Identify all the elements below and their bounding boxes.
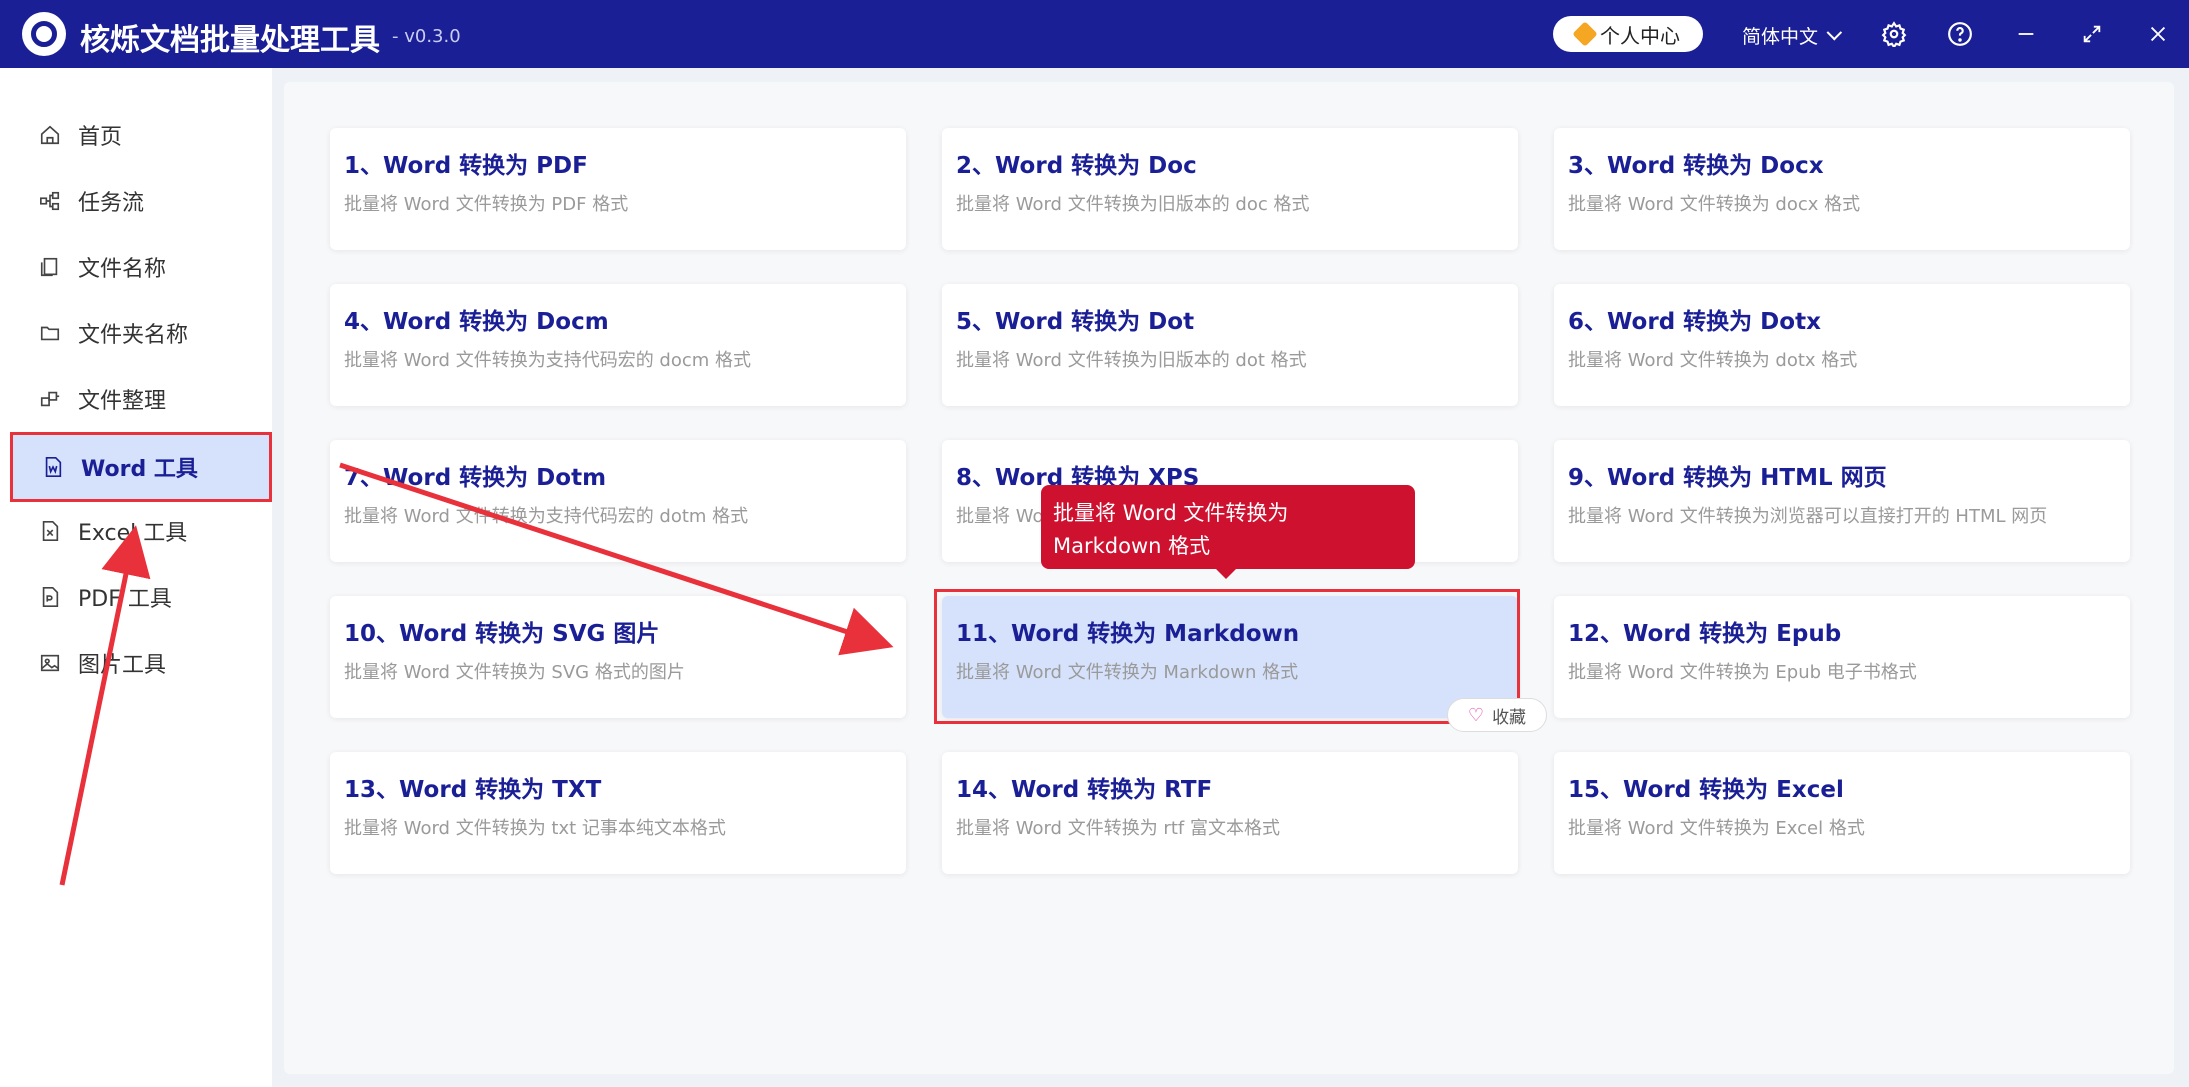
sidebar-item-label: 图片工具 [78, 653, 167, 678]
sidebar-item-label: Word 工具 [81, 457, 198, 482]
annotation-highlight-box [934, 589, 1520, 724]
title-bar: 核烁文档批量处理工具 - v0.3.0 个人中心 简体中文 [0, 0, 2189, 68]
favorite-button[interactable]: ♡ 收藏 [1447, 698, 1547, 732]
help-icon[interactable] [1946, 20, 1974, 48]
chevron-down-icon [1826, 24, 1843, 41]
excel-icon [38, 519, 62, 543]
card-title: 9、Word 转换为 HTML 网页 [1568, 465, 1887, 491]
vip-diamond-icon [1572, 21, 1598, 47]
sidebar-item-label: PDF 工具 [78, 587, 172, 612]
app-title: 核烁文档批量处理工具 [80, 23, 380, 58]
tool-card-word-to-doc[interactable]: 2、Word 转换为 Doc 批量将 Word 文件转换为旧版本的 doc 格式 [942, 128, 1518, 250]
minimize-icon[interactable] [2012, 20, 2040, 48]
card-description: 批量将 Word 文件转换为旧版本的 dot 格式 [956, 350, 1307, 371]
card-title: 6、Word 转换为 Dotx [1568, 309, 1821, 335]
sidebar-item-file-organize[interactable]: 文件整理 [10, 366, 272, 432]
card-title: 3、Word 转换为 Docx [1568, 153, 1824, 179]
card-description: 批量将 Word 文件转换为 SVG 格式的图片 [344, 662, 685, 683]
card-title: 12、Word 转换为 Epub [1568, 621, 1842, 647]
sidebar-item-home[interactable]: 首页 [10, 102, 272, 168]
home-icon [38, 123, 62, 147]
close-icon[interactable] [2144, 20, 2172, 48]
sidebar-item-label: 文件名称 [78, 257, 167, 282]
card-description: 批量将 Word 文件转换为 dotx 格式 [1568, 350, 1858, 371]
sidebar: 首页 任务流 文件名称 文件夹名称 文件整理 Word 工具 Excel 工具 … [0, 68, 272, 1087]
card-description: 批量将 Word 文件转换为 Excel 格式 [1568, 818, 1865, 839]
tool-card-word-to-excel[interactable]: 15、Word 转换为 Excel 批量将 Word 文件转换为 Excel 格… [1554, 752, 2130, 874]
card-description: 批量将 Word 文件转换为 txt 记事本纯文本格式 [344, 818, 726, 839]
image-icon [38, 651, 62, 675]
card-title: 15、Word 转换为 Excel [1568, 777, 1844, 803]
card-description: 批量将 Word 文件转换为 PDF 格式 [344, 194, 629, 215]
sidebar-item-folder-name[interactable]: 文件夹名称 [10, 300, 272, 366]
card-title: 5、Word 转换为 Dot [956, 309, 1195, 335]
tool-card-word-to-html[interactable]: 9、Word 转换为 HTML 网页 批量将 Word 文件转换为浏览器可以直接… [1554, 440, 2130, 562]
card-title: 7、Word 转换为 Dotm [344, 465, 607, 491]
language-select[interactable]: 简体中文 [1742, 22, 1843, 49]
sidebar-item-excel-tools[interactable]: Excel 工具 [10, 498, 272, 564]
card-description: 批量将 Word 文件转换为旧版本的 doc 格式 [956, 194, 1310, 215]
tool-card-word-to-docx[interactable]: 3、Word 转换为 Docx 批量将 Word 文件转换为 docx 格式 [1554, 128, 2130, 250]
card-description: 批量将 Word 文件转换为 Epub 电子书格式 [1568, 662, 1917, 683]
sidebar-item-label: 任务流 [78, 191, 145, 216]
sidebar-item-workflow[interactable]: 任务流 [10, 168, 272, 234]
card-title: 1、Word 转换为 PDF [344, 153, 588, 179]
card-description: 批量将 Word 文件转换为浏览器可以直接打开的 HTML 网页 [1568, 506, 2048, 527]
word-icon [41, 455, 65, 479]
settings-gear-icon[interactable] [1880, 20, 1908, 48]
heart-icon: ♡ [1467, 704, 1485, 726]
tool-card-word-to-dot[interactable]: 5、Word 转换为 Dot 批量将 Word 文件转换为旧版本的 dot 格式 [942, 284, 1518, 406]
app-logo-icon [22, 12, 66, 56]
tool-card-word-to-dotx[interactable]: 6、Word 转换为 Dotx 批量将 Word 文件转换为 dotx 格式 [1554, 284, 2130, 406]
favorite-label: 收藏 [1492, 707, 1527, 728]
workflow-icon [38, 189, 62, 213]
tool-card-word-to-dotm[interactable]: 7、Word 转换为 Dotm 批量将 Word 文件转换为支持代码宏的 dot… [330, 440, 906, 562]
sidebar-item-file-name[interactable]: 文件名称 [10, 234, 272, 300]
app-version: - v0.3.0 [392, 26, 461, 47]
user-center-button[interactable]: 个人中心 [1553, 16, 1703, 52]
tool-card-word-to-docm[interactable]: 4、Word 转换为 Docm 批量将 Word 文件转换为支持代码宏的 doc… [330, 284, 906, 406]
pdf-icon [38, 585, 62, 609]
language-label: 简体中文 [1742, 26, 1819, 48]
organize-icon [38, 387, 62, 411]
sidebar-item-label: 文件整理 [78, 389, 167, 414]
sidebar-item-label: 首页 [78, 125, 123, 150]
card-title: 2、Word 转换为 Doc [956, 153, 1197, 179]
tooltip: 批量将 Word 文件转换为 Markdown 格式 [1041, 485, 1415, 579]
card-title: 10、Word 转换为 SVG 图片 [344, 621, 660, 647]
card-title: 4、Word 转换为 Docm [344, 309, 609, 335]
card-title: 13、Word 转换为 TXT [344, 777, 602, 803]
sidebar-item-label: Excel 工具 [78, 521, 188, 546]
tool-card-word-to-epub[interactable]: 12、Word 转换为 Epub 批量将 Word 文件转换为 Epub 电子书… [1554, 596, 2130, 718]
folder-icon [38, 321, 62, 345]
card-description: 批量将 Word 文件转换为支持代码宏的 docm 格式 [344, 350, 752, 371]
sidebar-item-pdf-tools[interactable]: PDF 工具 [10, 564, 272, 630]
user-center-label: 个人中心 [1600, 23, 1680, 48]
card-description: 批量将 Word 文件转换为 rtf 富文本格式 [956, 818, 1280, 839]
maximize-icon[interactable] [2078, 20, 2106, 48]
tool-card-word-to-svg[interactable]: 10、Word 转换为 SVG 图片 批量将 Word 文件转换为 SVG 格式… [330, 596, 906, 718]
file-name-icon [38, 255, 62, 279]
tool-card-word-to-pdf[interactable]: 1、Word 转换为 PDF 批量将 Word 文件转换为 PDF 格式 [330, 128, 906, 250]
sidebar-item-image-tools[interactable]: 图片工具 [10, 630, 272, 696]
card-description: 批量将 Word 文件转换为支持代码宏的 dotm 格式 [344, 506, 749, 527]
tool-card-word-to-rtf[interactable]: 14、Word 转换为 RTF 批量将 Word 文件转换为 rtf 富文本格式 [942, 752, 1518, 874]
card-description: 批量将 Word 文件转换为 docx 格式 [1568, 194, 1861, 215]
tool-card-word-to-txt[interactable]: 13、Word 转换为 TXT 批量将 Word 文件转换为 txt 记事本纯文… [330, 752, 906, 874]
card-title: 14、Word 转换为 RTF [956, 777, 1213, 803]
sidebar-item-label: 文件夹名称 [78, 323, 189, 348]
sidebar-item-word-tools[interactable]: Word 工具 [10, 432, 272, 502]
